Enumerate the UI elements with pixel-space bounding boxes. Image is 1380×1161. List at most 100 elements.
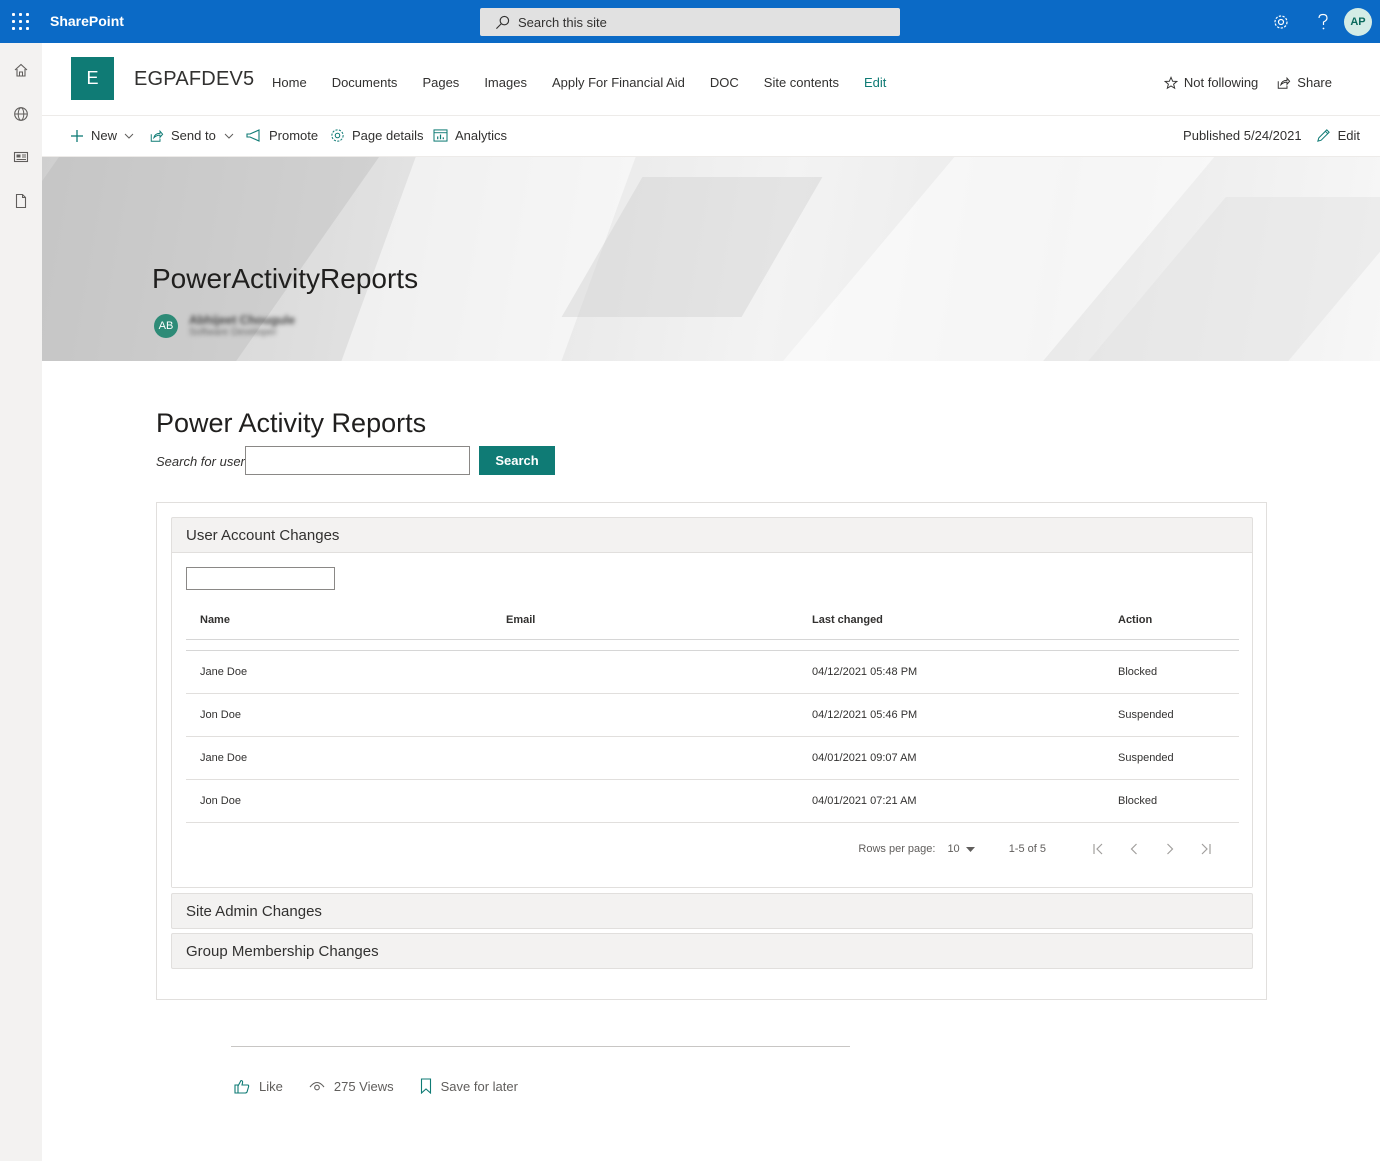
first-page-icon[interactable] <box>1080 843 1116 855</box>
nav-images[interactable]: Images <box>484 75 527 90</box>
cell-name: Jon Doe <box>200 795 241 807</box>
user-account-changes-section: User Account Changes Name Email Last cha… <box>171 517 1253 888</box>
analytics-label: Analytics <box>455 128 508 143</box>
user-avatar[interactable]: AP <box>1344 7 1372 36</box>
page-range: 1-5 of 5 <box>1008 843 1046 855</box>
nav-doc[interactable]: DOC <box>710 75 739 90</box>
table-row[interactable]: Jane Doe 04/01/2021 09:07 AM Suspended <box>186 737 1239 780</box>
column-header-email[interactable]: Email <box>506 601 535 639</box>
page-details-button[interactable]: Page details <box>330 128 424 143</box>
promote-button[interactable]: Promote <box>246 128 318 143</box>
news-icon[interactable] <box>13 149 29 165</box>
suite-bar: SharePoint Search this site AP <box>0 0 1380 43</box>
group-membership-changes-section: Group Membership Changes <box>171 933 1253 969</box>
cell-last-changed: 04/01/2021 07:21 AM <box>812 795 917 807</box>
save-for-later-label: Save for later <box>440 1078 518 1094</box>
thumbs-up-icon <box>234 1079 250 1094</box>
site-logo[interactable]: E <box>71 57 114 100</box>
app-launcher-icon[interactable] <box>12 13 29 30</box>
cell-last-changed: 04/12/2021 05:46 PM <box>812 709 918 721</box>
home-icon[interactable] <box>13 62 29 78</box>
share-label: Share <box>1297 75 1332 90</box>
table-pagination: Rows per page: 10 1-5 of 5 <box>858 843 1224 855</box>
search-button[interactable]: Search <box>479 446 555 475</box>
cell-last-changed: 04/01/2021 09:07 AM <box>812 752 917 764</box>
table-row[interactable]: Jane Doe 04/12/2021 05:48 PM Blocked <box>186 651 1239 694</box>
next-page-icon[interactable] <box>1152 843 1188 855</box>
nav-apply-financial-aid[interactable]: Apply For Financial Aid <box>552 75 685 90</box>
share-icon <box>1278 76 1291 89</box>
site-title[interactable]: EGPAFDEV5 <box>134 68 254 91</box>
edit-page-label: Edit <box>1337 128 1360 143</box>
rows-per-page-select[interactable]: 10 <box>947 843 975 855</box>
help-icon[interactable] <box>1302 0 1344 43</box>
page-icon[interactable] <box>13 193 29 209</box>
edit-page-button[interactable]: Edit <box>1316 128 1360 143</box>
site-search-box[interactable]: Search this site <box>480 8 900 36</box>
analytics-button[interactable]: Analytics <box>433 128 507 143</box>
last-page-icon[interactable] <box>1188 843 1224 855</box>
sharepoint-brand[interactable]: SharePoint <box>50 13 124 29</box>
author-name: Abhijeet Chougule <box>189 313 295 327</box>
star-icon <box>1163 75 1178 89</box>
eye-icon <box>309 1081 325 1091</box>
settings-gear-icon[interactable] <box>1260 0 1302 43</box>
follow-label: Not following <box>1183 75 1259 90</box>
like-label: Like <box>259 1078 283 1094</box>
plus-icon <box>71 129 83 142</box>
author-avatar: AB <box>154 313 178 338</box>
pencil-icon <box>1316 129 1330 142</box>
cell-last-changed: 04/12/2021 05:48 PM <box>812 666 918 678</box>
send-to-label: Send to <box>171 128 216 143</box>
page-hero-banner: PowerActivityReports AB Abhijeet Chougul… <box>42 157 1380 361</box>
column-header-last-changed[interactable]: Last changed <box>812 601 883 639</box>
table-filter-input[interactable] <box>186 567 335 590</box>
cell-action: Suspended <box>1118 752 1174 764</box>
search-placeholder: Search this site <box>518 14 607 30</box>
cell-name: Jane Doe <box>200 752 248 764</box>
views-count: 275 Views <box>309 1079 394 1094</box>
site-navigation: Home Documents Pages Images Apply For Fi… <box>272 75 911 90</box>
nav-pages[interactable]: Pages <box>422 75 459 90</box>
cell-action: Suspended <box>1118 709 1174 721</box>
new-button[interactable]: New <box>70 128 134 143</box>
send-to-button[interactable]: Send to <box>149 128 234 143</box>
reports-panel: User Account Changes Name Email Last cha… <box>156 502 1267 1000</box>
command-bar: New Send to Promote Page details Analyti… <box>42 116 1380 157</box>
site-admin-changes-section: Site Admin Changes <box>171 893 1253 929</box>
cell-name: Jane Doe <box>200 666 248 678</box>
share-button[interactable]: Share <box>1276 75 1332 90</box>
left-app-rail <box>0 43 42 1161</box>
published-status: Published 5/24/2021 <box>1183 128 1302 143</box>
search-user-input[interactable] <box>245 446 470 475</box>
nav-documents[interactable]: Documents <box>332 75 398 90</box>
analytics-icon <box>433 129 448 142</box>
nav-edit-link[interactable]: Edit <box>864 75 886 90</box>
page-social-bar: Like 275 Views Save for later <box>234 1078 544 1094</box>
rows-per-page-label: Rows per page: <box>858 843 936 855</box>
site-header: E EGPAFDEV5 Home Documents Pages Images … <box>42 43 1380 116</box>
bookmark-icon <box>420 1078 431 1094</box>
chevron-down-icon <box>224 133 234 139</box>
nav-home[interactable]: Home <box>272 75 307 90</box>
column-header-name[interactable]: Name <box>200 601 230 639</box>
accordion-header-user-account[interactable]: User Account Changes <box>172 518 1252 552</box>
search-user-label: Search for user <box>156 454 245 469</box>
save-for-later-button[interactable]: Save for later <box>420 1078 518 1094</box>
accordion-header-site-admin[interactable]: Site Admin Changes <box>172 894 1252 928</box>
like-button[interactable]: Like <box>234 1079 283 1094</box>
cell-name: Jon Doe <box>200 709 241 721</box>
nav-site-contents[interactable]: Site contents <box>764 75 839 90</box>
column-header-action[interactable]: Action <box>1118 601 1152 639</box>
page-author[interactable]: AB Abhijeet Chougule Software Developer <box>154 313 295 338</box>
globe-icon[interactable] <box>13 106 29 122</box>
new-label: New <box>91 128 118 143</box>
user-account-changes-body: Name Email Last changed Action Jane Doe … <box>172 552 1252 887</box>
accordion-header-group-membership[interactable]: Group Membership Changes <box>172 934 1252 968</box>
table-row[interactable]: Jon Doe 04/12/2021 05:46 PM Suspended <box>186 694 1239 737</box>
megaphone-icon <box>246 129 260 142</box>
table-row[interactable]: Jon Doe 04/01/2021 07:21 AM Blocked <box>186 780 1239 823</box>
user-account-table: Name Email Last changed Action Jane Doe … <box>186 601 1239 823</box>
prev-page-icon[interactable] <box>1116 843 1152 855</box>
follow-button[interactable]: Not following <box>1163 75 1259 90</box>
